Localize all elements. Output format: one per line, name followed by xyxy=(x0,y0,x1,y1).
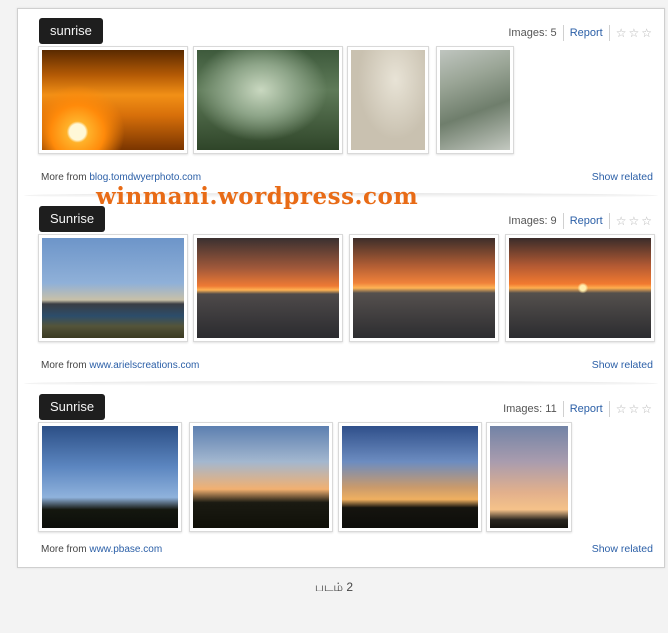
foggy-forest-road-image xyxy=(197,50,339,150)
report-link[interactable]: Report xyxy=(570,215,603,227)
divider xyxy=(562,401,564,417)
result-group-1: sunrise Images: 5 Report ☆☆☆ More from b… xyxy=(18,9,664,198)
image-results-panel: sunrise Images: 5 Report ☆☆☆ More from b… xyxy=(17,8,665,568)
pastel-sky-image xyxy=(490,426,568,528)
show-related-link[interactable]: Show related xyxy=(592,359,653,371)
thumbnail[interactable] xyxy=(189,422,333,532)
thumbnail[interactable] xyxy=(436,46,514,154)
thumbnail[interactable] xyxy=(193,234,343,342)
thumbnail[interactable] xyxy=(193,46,343,154)
thumbnail[interactable] xyxy=(347,46,429,154)
city-skyline-dawn-image xyxy=(42,238,184,338)
divider xyxy=(608,401,610,417)
result-group-3: Sunrise Images: 11 Report ☆☆☆ More from … xyxy=(18,385,664,567)
clouds-sunrise-image xyxy=(342,426,478,528)
lake-sunrise-2-image xyxy=(353,238,495,338)
grass-in-fog-image xyxy=(351,50,425,150)
report-link[interactable]: Report xyxy=(570,27,603,39)
thumbnail[interactable] xyxy=(505,234,655,342)
thumbnail[interactable] xyxy=(38,46,188,154)
thumbnail[interactable] xyxy=(486,422,572,532)
thumbnail[interactable] xyxy=(38,422,182,532)
star-rating-icon[interactable]: ☆☆☆ xyxy=(616,402,654,416)
tag-label[interactable]: Sunrise xyxy=(39,394,106,420)
group-meta: Images: 5 Report ☆☆☆ xyxy=(508,25,654,41)
report-link[interactable]: Report xyxy=(570,403,603,415)
divider xyxy=(608,25,610,41)
show-related-link[interactable]: Show related xyxy=(592,171,653,183)
source-link[interactable]: blog.tomdwyerphoto.com xyxy=(89,172,201,183)
more-from-text: More from www.pbase.com xyxy=(41,544,162,555)
group-meta: Images: 9 Report ☆☆☆ xyxy=(508,213,654,229)
tag-label[interactable]: sunrise xyxy=(39,18,103,44)
more-from-label: More from xyxy=(41,360,87,371)
source-link[interactable]: www.pbase.com xyxy=(89,544,162,555)
figure-caption: படம் 2 xyxy=(314,580,354,594)
group-meta: Images: 11 Report ☆☆☆ xyxy=(503,401,654,417)
thumbnail[interactable] xyxy=(38,234,188,342)
watermark-text: winmani.wordpress.com xyxy=(96,183,419,210)
more-from-label: More from xyxy=(41,544,87,555)
lake-sunrise-3-image xyxy=(509,238,651,338)
thumbnail[interactable] xyxy=(338,422,482,532)
treeline-sunrise-image xyxy=(193,426,329,528)
result-group-2: Sunrise Images: 9 Report ☆☆☆ More from w… xyxy=(18,197,664,386)
star-rating-icon[interactable]: ☆☆☆ xyxy=(616,214,654,228)
show-related-link[interactable]: Show related xyxy=(592,543,653,555)
sunrise-orange-sky-image xyxy=(42,50,184,150)
more-from-text: More from blog.tomdwyerphoto.com xyxy=(41,172,201,183)
images-count: Images: 9 xyxy=(508,215,557,227)
source-link[interactable]: www.arielscreations.com xyxy=(89,360,199,371)
thumbnail[interactable] xyxy=(349,234,499,342)
divider xyxy=(562,213,564,229)
images-count: Images: 5 xyxy=(508,27,557,39)
divider xyxy=(608,213,610,229)
river-in-mist-image xyxy=(440,50,510,150)
star-rating-icon[interactable]: ☆☆☆ xyxy=(616,26,654,40)
more-from-text: More from www.arielscreations.com xyxy=(41,360,199,371)
more-from-label: More from xyxy=(41,172,87,183)
tree-silhouette-dawn-image xyxy=(42,426,178,528)
images-count: Images: 11 xyxy=(503,403,557,415)
lake-sunrise-1-image xyxy=(197,238,339,338)
divider xyxy=(562,25,564,41)
